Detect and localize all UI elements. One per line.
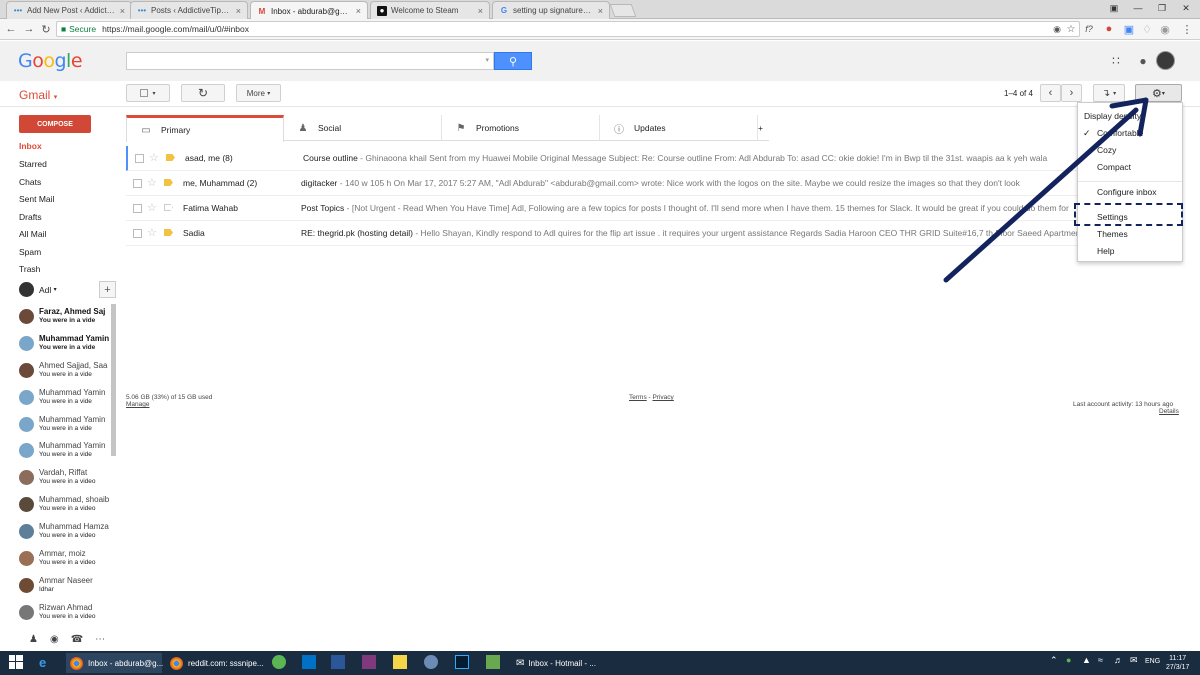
taskbar-app-hotmail[interactable]: ✉ Inbox - Hotmail - ...	[512, 653, 612, 673]
annotation-arrow-icon	[943, 97, 1149, 283]
language-indicator[interactable]: ENG	[1145, 658, 1160, 665]
chrome-icon	[70, 656, 83, 670]
onenote-icon[interactable]	[362, 655, 376, 669]
wifi-icon[interactable]: ≈	[1098, 655, 1112, 669]
tray-chevron-icon[interactable]: ⌃	[1050, 655, 1064, 669]
torrent-icon[interactable]	[272, 655, 286, 669]
clock[interactable]: 11:17 27/3/17	[1166, 654, 1189, 672]
tray-icon[interactable]: ●	[1066, 655, 1080, 669]
taskbar-app-chrome-gmail[interactable]: Inbox - abdurab@g...	[66, 653, 163, 673]
evernote-icon[interactable]	[486, 655, 500, 669]
volume-icon[interactable]: ♬	[1114, 655, 1128, 669]
windows-taskbar: e Inbox - abdurab@g... reddit.com: sssni…	[0, 651, 1200, 675]
network-icon[interactable]: ▲	[1082, 655, 1096, 669]
chrome-icon	[170, 656, 183, 670]
outlook-icon[interactable]	[302, 655, 316, 669]
photoshop-icon[interactable]	[455, 655, 469, 669]
notification-icon[interactable]: ✉	[1130, 655, 1144, 669]
edge-icon[interactable]: e	[39, 655, 53, 670]
word-icon[interactable]	[331, 655, 345, 669]
sticky-notes-icon[interactable]	[393, 655, 407, 669]
mail-icon: ✉	[516, 657, 525, 669]
taskbar-app-chrome-reddit[interactable]: reddit.com: sssnipe...	[166, 653, 264, 673]
app-icon[interactable]	[424, 655, 438, 669]
windows-start-icon[interactable]	[9, 655, 23, 669]
